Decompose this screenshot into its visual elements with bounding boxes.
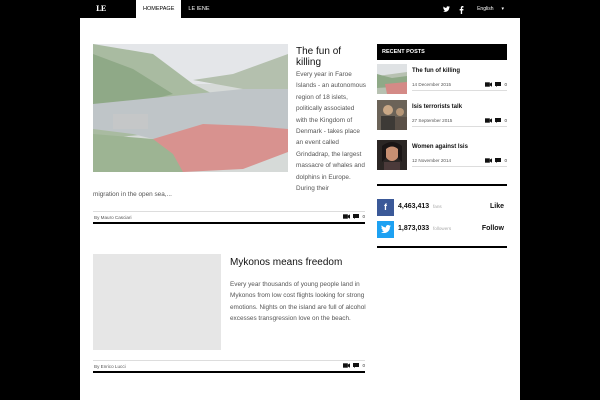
post-thumbnail[interactable] — [377, 64, 407, 94]
video-camera-icon — [485, 118, 493, 123]
comment-count[interactable]: 0 — [504, 82, 507, 87]
post-date: 12 November 2014 — [412, 158, 452, 163]
post-thumbnail[interactable] — [377, 100, 407, 130]
article-image-placeholder[interactable] — [93, 254, 221, 350]
article-excerpt: Every year thousands of young people lan… — [230, 281, 366, 323]
header-tools: English ▾ — [443, 0, 504, 18]
article-meta: 0 — [343, 363, 365, 368]
post-thumbnail[interactable] — [377, 140, 407, 170]
video-camera-icon — [485, 158, 493, 163]
post-title[interactable]: Women against Isis — [412, 144, 468, 150]
site-logo[interactable]: LE IENE — [96, 2, 116, 27]
list-item[interactable]: Women against Isis 12 November 2014 0 — [377, 140, 507, 172]
comment-count[interactable]: 0 — [504, 158, 507, 163]
video-camera-icon — [343, 363, 351, 368]
post-meta: 0 — [485, 82, 507, 87]
divider — [412, 166, 507, 167]
twitter-row: 1,873,033 followers Follow — [377, 221, 507, 239]
twitter-follower-count: 1,873,033 — [398, 225, 430, 232]
article-footer: By Enrico Lucci 0 — [93, 360, 365, 373]
nav-item-le-iene[interactable]: LE IENE — [181, 0, 216, 18]
article-image-faroe[interactable] — [93, 44, 288, 172]
post-meta: 0 — [485, 118, 507, 123]
comment-icon[interactable] — [495, 82, 502, 87]
list-item[interactable]: The fun of killing 14 December 2015 0 — [377, 64, 507, 96]
list-item[interactable]: Isis terrorists talk 27 September 2015 0 — [377, 100, 507, 132]
twitter-icon[interactable] — [377, 221, 394, 238]
chevron-down-icon[interactable]: ▾ — [501, 6, 504, 12]
article-card: Mykonos means freedom Every year thousan… — [93, 254, 366, 377]
facebook-icon[interactable]: f — [377, 199, 394, 216]
facebook-fan-count: 4,463,413 — [398, 203, 430, 210]
social-counters: f 4,463,413 fans Like 1,873,033 follower… — [377, 184, 507, 248]
comment-icon[interactable] — [353, 214, 360, 219]
main-nav: HOMEPAGE LE IENE — [136, 0, 216, 18]
divider — [412, 90, 507, 91]
sidebar-heading: RECENT POSTS — [377, 44, 507, 60]
article-excerpt-tail: migration in the open sea,... — [93, 191, 172, 198]
article-footer: By Mauro Casciari 0 — [93, 211, 365, 224]
video-camera-icon — [343, 214, 351, 219]
twitter-unit: followers — [433, 226, 452, 231]
article-meta: 0 — [343, 214, 365, 219]
post-date: 14 December 2015 — [412, 82, 452, 87]
nav-item-homepage[interactable]: HOMEPAGE — [136, 0, 182, 18]
language-selector[interactable]: English — [477, 6, 493, 12]
post-meta: 0 — [485, 158, 507, 163]
facebook-row: f 4,463,413 fans Like — [377, 199, 507, 217]
post-date: 27 September 2015 — [412, 118, 453, 123]
comment-icon[interactable] — [353, 363, 360, 368]
article-author[interactable]: By Mauro Casciari — [94, 215, 132, 220]
facebook-unit: fans — [433, 204, 442, 209]
article-excerpt: Every year in Faroe Islands - an autonom… — [296, 71, 366, 193]
comment-count[interactable]: 0 — [362, 363, 365, 368]
article-title[interactable]: The fun of killing — [296, 46, 365, 68]
post-title[interactable]: The fun of killing — [412, 68, 460, 74]
top-navigation-bar: LE IENE HOMEPAGE LE IENE English ▾ — [80, 0, 520, 27]
divider — [412, 126, 507, 127]
article-author[interactable]: By Enrico Lucci — [94, 364, 126, 369]
facebook-icon[interactable] — [458, 5, 465, 14]
sidebar-recent-posts: RECENT POSTS The fun of killing 14 Decem… — [377, 44, 507, 170]
article-card: The fun of killing Every year in Faroe I… — [93, 44, 366, 249]
twitter-follow-button[interactable]: Follow — [482, 225, 504, 232]
comment-icon[interactable] — [495, 158, 502, 163]
comment-icon[interactable] — [495, 118, 502, 123]
article-title[interactable]: Mykonos means freedom — [230, 257, 342, 268]
comment-count[interactable]: 0 — [362, 214, 365, 219]
facebook-like-button[interactable]: Like — [490, 203, 504, 210]
post-title[interactable]: Isis terrorists talk — [412, 104, 462, 110]
comment-count[interactable]: 0 — [504, 118, 507, 123]
main-content: The fun of killing Every year in Faroe I… — [80, 18, 520, 400]
twitter-icon[interactable] — [443, 5, 451, 13]
video-camera-icon — [485, 82, 493, 87]
